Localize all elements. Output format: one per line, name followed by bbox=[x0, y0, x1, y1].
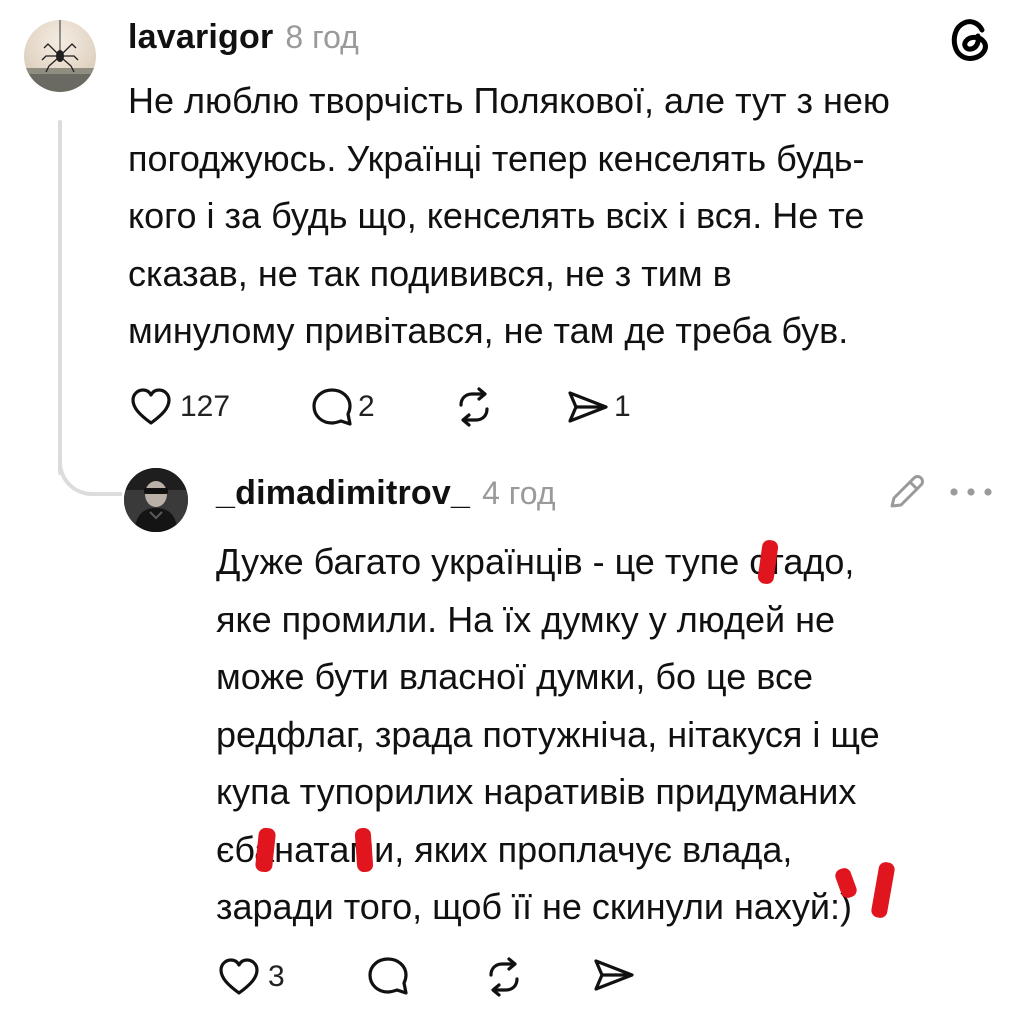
like-count: 3 bbox=[268, 960, 285, 993]
repost-button[interactable] bbox=[482, 955, 526, 999]
thread-connector-line bbox=[58, 120, 62, 475]
share-button[interactable]: 1 bbox=[566, 385, 631, 429]
post-header: _dimadimitrov_ 4 год bbox=[216, 474, 556, 522]
post-text-line: кого і за будь що, кенселять всіх і вся.… bbox=[128, 195, 865, 236]
post-text-line: Не люблю творчість Полякової, але тут з … bbox=[128, 80, 890, 121]
repost-icon bbox=[459, 387, 489, 427]
timestamp: 8 год bbox=[285, 19, 359, 55]
threads-logo-icon[interactable] bbox=[944, 14, 996, 66]
post-body: Не люблю творчість Полякової, але тут з … bbox=[128, 72, 1008, 360]
like-button[interactable]: 3 bbox=[218, 955, 285, 999]
send-icon bbox=[568, 391, 608, 423]
reply-button[interactable]: 2 bbox=[310, 385, 375, 429]
repost-button[interactable] bbox=[452, 385, 496, 429]
post-text-line: Дуже багато українців - це тупе стадо, bbox=[216, 541, 855, 582]
post-header: lavarigor 8 год bbox=[128, 18, 359, 66]
username[interactable]: lavarigor bbox=[128, 18, 273, 57]
username[interactable]: _dimadimitrov_ bbox=[216, 474, 470, 513]
share-count: 1 bbox=[614, 390, 631, 423]
post-text-line: яке промили. На їх думку у людей не bbox=[216, 598, 835, 640]
heart-icon bbox=[131, 388, 171, 425]
avatar[interactable] bbox=[24, 20, 96, 92]
post-text-line: може бути власної думки, бо це все bbox=[216, 656, 813, 697]
post-text-line: погоджуюсь. Українці тепер кенселять буд… bbox=[128, 137, 865, 179]
repost-icon bbox=[489, 957, 519, 997]
like-count: 127 bbox=[180, 390, 231, 423]
reply-count: 2 bbox=[358, 390, 375, 423]
thread-connector-curve bbox=[58, 440, 122, 496]
avatar[interactable] bbox=[124, 468, 188, 532]
heart-icon bbox=[219, 958, 259, 995]
comment-icon bbox=[368, 957, 408, 995]
more-dots-icon[interactable] bbox=[946, 480, 996, 504]
post-text-line: купа тупорилих наративів придуманих bbox=[216, 771, 857, 812]
reply-button[interactable] bbox=[366, 955, 410, 999]
share-button[interactable] bbox=[592, 955, 636, 999]
timestamp: 4 год bbox=[482, 475, 556, 511]
like-button[interactable]: 127 bbox=[130, 385, 230, 429]
red-marker-redaction bbox=[354, 827, 374, 873]
comment-icon bbox=[312, 388, 352, 426]
post-text-line: сказав, не так подивився, не з тим в bbox=[128, 252, 732, 294]
send-icon bbox=[594, 959, 634, 991]
spider-avatar-image bbox=[24, 20, 96, 92]
post-text-line: минулому привітався, не там де треба був… bbox=[128, 310, 849, 351]
profile-photo-image bbox=[124, 468, 188, 532]
post-text-line: редфлаг, зрада потужніча, нітакуся і ще bbox=[216, 713, 880, 755]
pencil-icon[interactable] bbox=[884, 470, 928, 514]
